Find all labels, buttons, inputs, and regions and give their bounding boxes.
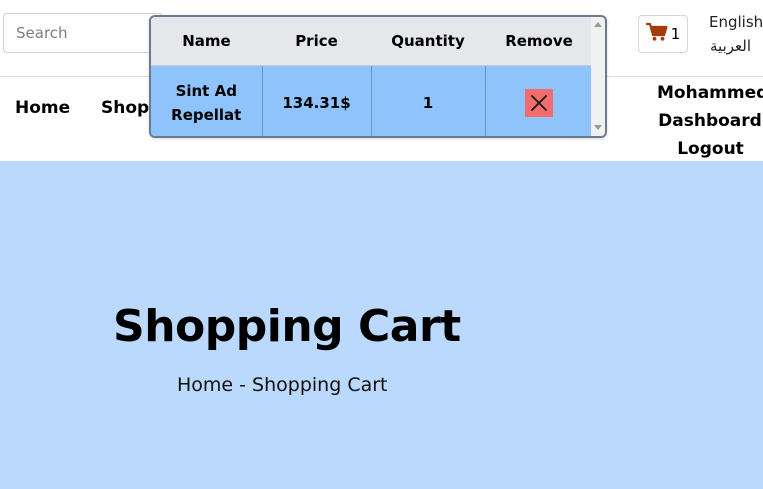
column-header-price: Price — [262, 17, 371, 66]
cart-item-quantity: 1 — [371, 65, 486, 136]
cart-table-header-row: Name Price Quantity Remove — [151, 17, 593, 66]
scroll-up-arrow-icon[interactable] — [594, 22, 602, 27]
page-hero: Shopping Cart Home - Shopping Cart — [0, 161, 763, 489]
cart-scrollbar[interactable] — [591, 17, 605, 136]
nav-shop-link[interactable]: Shop — [101, 98, 149, 118]
shopping-cart-icon — [645, 22, 668, 46]
remove-item-button[interactable] — [525, 88, 554, 117]
search-input[interactable] — [3, 13, 163, 53]
user-name-link[interactable]: Mohammed — [657, 79, 763, 107]
column-header-name: Name — [151, 17, 262, 66]
cart-table: Name Price Quantity Remove Sint Ad Repel… — [151, 17, 593, 136]
cart-button[interactable]: 1 — [638, 15, 688, 53]
breadcrumb-current: Shopping Cart — [252, 374, 388, 396]
column-header-remove: Remove — [485, 17, 593, 66]
breadcrumb-separator: - — [233, 374, 253, 396]
language-arabic-link[interactable]: العربية — [710, 37, 751, 55]
cart-count-badge: 1 — [670, 25, 681, 43]
breadcrumb-home-link[interactable]: Home — [177, 374, 233, 396]
logout-link[interactable]: Logout — [657, 135, 763, 163]
language-english-link[interactable]: English — [709, 13, 763, 31]
nav-home-link[interactable]: Home — [15, 98, 70, 118]
cart-dropdown: Name Price Quantity Remove Sint Ad Repel… — [149, 15, 607, 138]
cart-item-name: Sint Ad Repellat — [151, 65, 263, 136]
table-row: Sint Ad Repellat 134.31$ 1 — [151, 65, 593, 136]
dashboard-link[interactable]: Dashboard — [657, 107, 763, 135]
cart-item-name-line: Repellat — [171, 105, 242, 124]
user-menu: Mohammed Dashboard Logout — [657, 79, 763, 163]
cart-item-name-line: Sint Ad — [175, 81, 237, 100]
cart-item-remove-cell — [485, 65, 593, 136]
scroll-down-arrow-icon[interactable] — [594, 125, 602, 130]
cart-item-price: 134.31$ — [262, 65, 372, 136]
page-title: Shopping Cart — [113, 301, 461, 352]
breadcrumb: Home - Shopping Cart — [177, 374, 388, 396]
column-header-quantity: Quantity — [371, 17, 485, 66]
